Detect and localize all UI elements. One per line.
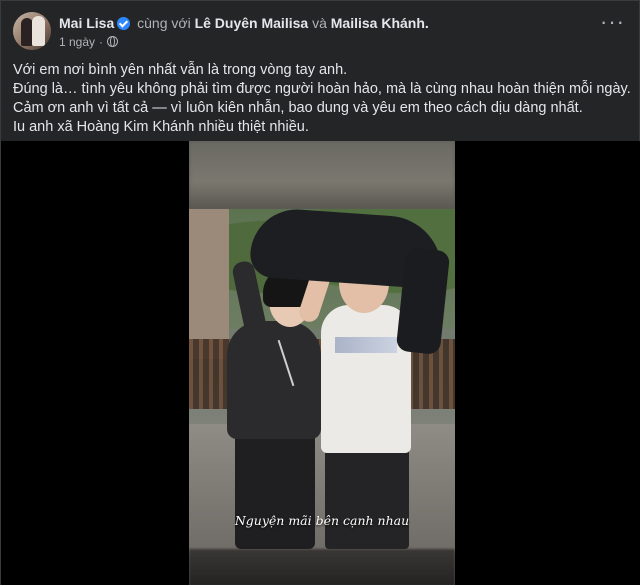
post-media[interactable]: Nguyện mãi bên cạnh nhau	[1, 141, 640, 585]
woman-figure-body	[227, 321, 321, 439]
woman-figure-pants	[235, 433, 315, 549]
tagged-user-2[interactable]: Mailisa Khánh.	[331, 15, 429, 31]
globe-icon[interactable]	[107, 36, 119, 47]
post-header: Mai Lisa cùng với Lê Duyên Mailisa và Ma…	[13, 11, 429, 51]
man-figure-pants	[325, 447, 409, 549]
verified-badge-icon	[117, 16, 131, 30]
author-name[interactable]: Mai Lisa	[59, 15, 114, 31]
caption-line: Với em nơi bình yên nhất vẫn là trong vò…	[13, 62, 348, 78]
caption-line: Cảm ơn anh vì tất cả — vì luôn kiên nhẫn…	[13, 100, 583, 116]
caption-line: Iu anh xã Hoàng Kim Khánh nhiều thiệt nh…	[13, 119, 309, 135]
blurred-bottom-band	[189, 549, 455, 585]
shirt-print	[335, 337, 397, 353]
blurred-top-band	[189, 141, 455, 209]
tagged-user-1[interactable]: Lê Duyên Mailisa	[195, 15, 309, 31]
post-subline: 1 ngày ·	[59, 35, 429, 49]
and-text: và	[312, 14, 327, 31]
post-timestamp[interactable]: 1 ngày	[59, 35, 95, 49]
couple-photo[interactable]: Nguyện mãi bên cạnh nhau	[189, 141, 455, 585]
building	[189, 209, 229, 359]
post-meta: Mai Lisa cùng với Lê Duyên Mailisa và Ma…	[59, 14, 429, 49]
author-line: Mai Lisa cùng với Lê Duyên Mailisa và Ma…	[59, 14, 429, 32]
more-options-icon[interactable]: ···	[600, 11, 625, 33]
post-caption: Với em nơi bình yên nhất vẫn là trong vò…	[13, 61, 631, 137]
separator-dot: ·	[99, 34, 104, 49]
image-overlay-text: Nguyện mãi bên cạnh nhau	[234, 513, 410, 528]
with-text: cùng với	[137, 14, 191, 31]
author-avatar[interactable]	[13, 12, 51, 50]
caption-line: Đúng là… tình yêu không phải tìm được ng…	[13, 81, 631, 97]
facebook-post: Mai Lisa cùng với Lê Duyên Mailisa và Ma…	[0, 0, 640, 585]
